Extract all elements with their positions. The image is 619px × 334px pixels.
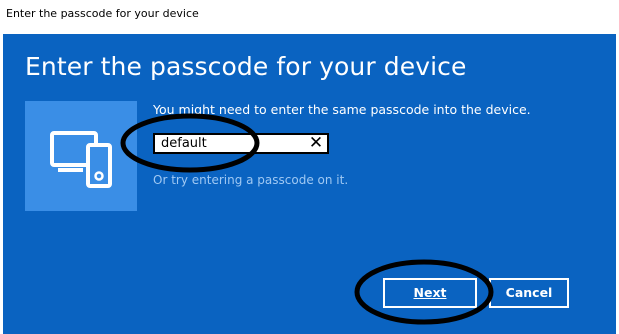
- window-title: Enter the passcode for your device: [6, 7, 199, 20]
- next-button-label: Next: [413, 285, 447, 300]
- passcode-input[interactable]: [161, 135, 301, 152]
- pairing-window: Enter the passcode for your device Enter…: [0, 0, 619, 334]
- tablet-and-phone-icon: [50, 131, 112, 188]
- title-bar: Enter the passcode for your device: [0, 0, 619, 34]
- clear-icon[interactable]: ✕: [308, 134, 324, 152]
- cancel-button-label: Cancel: [505, 285, 553, 300]
- instruction-text: You might need to enter the same passcod…: [153, 102, 531, 117]
- next-button[interactable]: Next: [383, 278, 477, 308]
- passcode-field[interactable]: ✕: [153, 133, 329, 154]
- device-tile: [25, 101, 137, 211]
- dialog-heading: Enter the passcode for your device: [25, 52, 467, 81]
- alternate-passcode-hint: Or try entering a passcode on it.: [153, 173, 349, 187]
- passcode-panel: Enter the passcode for your device You m…: [3, 34, 616, 334]
- cancel-button[interactable]: Cancel: [489, 278, 569, 308]
